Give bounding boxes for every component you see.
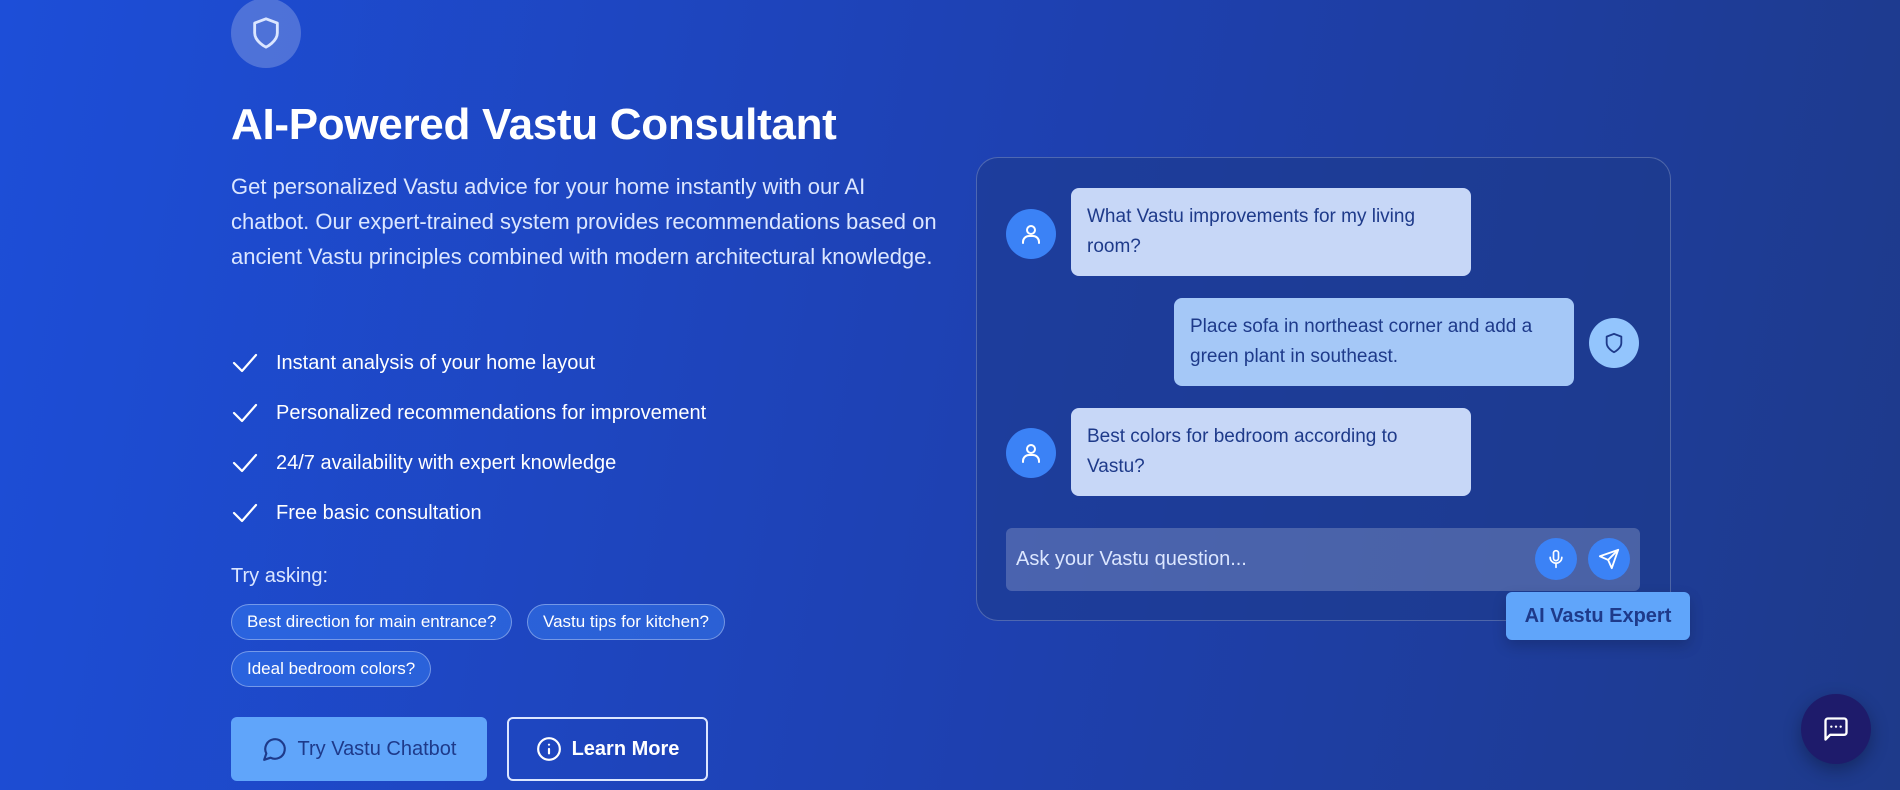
chat-message-user: What Vastu improvements for my living ro…	[1071, 188, 1471, 276]
feature-text: 24/7 availability with expert knowledge	[276, 451, 617, 474]
suggestion-chip[interactable]: Ideal bedroom colors?	[231, 651, 432, 687]
check-icon	[231, 400, 261, 426]
mic-button[interactable]	[1535, 538, 1577, 580]
open-chat-fab[interactable]	[1801, 694, 1871, 764]
microphone-icon	[1546, 548, 1566, 570]
bot-avatar	[1589, 318, 1639, 368]
hero-description: Get personalized Vastu advice for your h…	[231, 174, 937, 269]
try-asking-label: Try asking:	[231, 565, 329, 587]
user-avatar	[1006, 428, 1056, 478]
chat-message-bot: Place sofa in northeast corner and add a…	[1174, 298, 1574, 386]
hero-shield-icon	[231, 0, 301, 68]
shield-icon	[1603, 331, 1625, 355]
feature-item: 24/7 availability with expert knowledge	[231, 438, 706, 488]
feature-text: Personalized recommendations for improve…	[276, 401, 707, 424]
chat-message-user: Best colors for bedroom according to Vas…	[1071, 408, 1471, 496]
chat-input-bar	[1006, 528, 1640, 591]
check-icon	[231, 350, 261, 376]
check-icon	[231, 500, 261, 526]
ai-expert-badge: AI Vastu Expert	[1506, 592, 1690, 640]
chat-bubble-icon	[262, 736, 288, 762]
user-icon	[1019, 441, 1043, 465]
suggestion-chip[interactable]: Best direction for main entrance?	[231, 604, 513, 640]
info-icon	[536, 736, 562, 762]
feature-text: Instant analysis of your home layout	[276, 351, 596, 374]
suggestion-chip[interactable]: Vastu tips for kitchen?	[527, 604, 725, 640]
learn-more-label: Learn More	[571, 737, 680, 760]
send-icon	[1598, 548, 1620, 570]
user-avatar	[1006, 209, 1056, 259]
chat-input[interactable]	[1016, 528, 1526, 591]
user-icon	[1019, 222, 1043, 246]
learn-more-button[interactable]: Learn More	[507, 717, 708, 781]
feature-list: Instant analysis of your home layout Per…	[231, 338, 706, 538]
check-icon	[231, 450, 261, 476]
page-title: AI-Powered Vastu Consultant	[231, 100, 837, 149]
try-chatbot-button[interactable]: Try Vastu Chatbot	[231, 717, 487, 781]
feature-text: Free basic consultation	[276, 501, 482, 524]
message-dots-icon	[1822, 715, 1850, 743]
send-button[interactable]	[1588, 538, 1630, 580]
try-chatbot-label: Try Vastu Chatbot	[297, 737, 457, 760]
feature-item: Personalized recommendations for improve…	[231, 388, 706, 438]
feature-item: Instant analysis of your home layout	[231, 338, 706, 388]
feature-item: Free basic consultation	[231, 488, 706, 538]
